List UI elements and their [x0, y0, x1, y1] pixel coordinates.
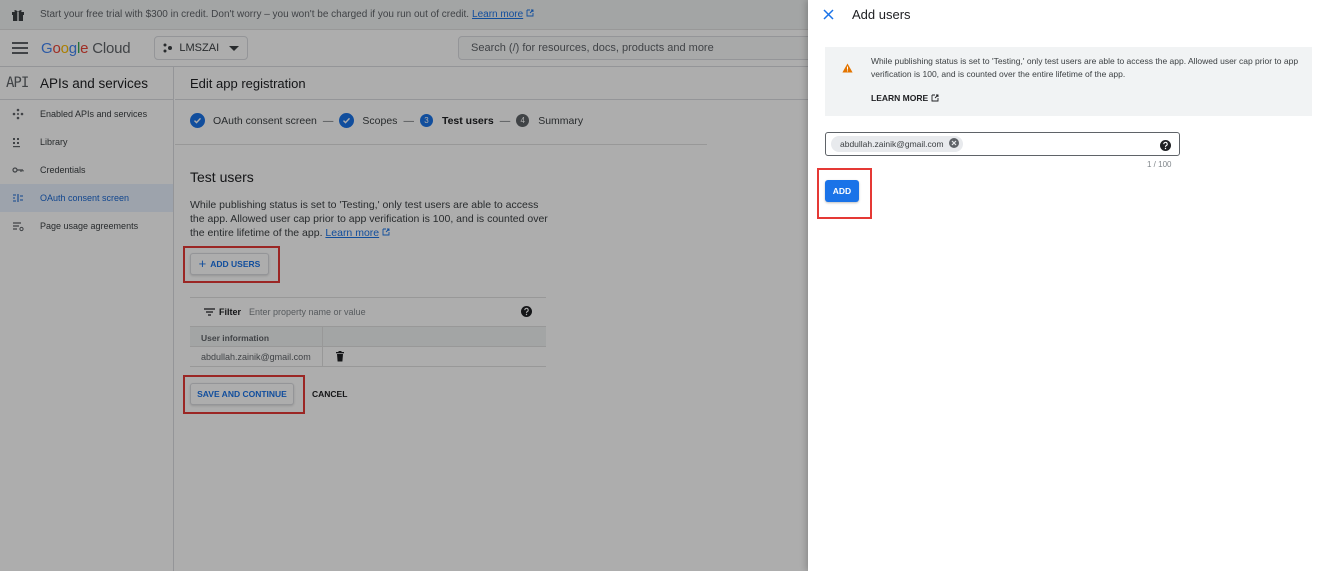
chip-remove-icon[interactable] [948, 138, 959, 150]
panel-header: Add users [808, 0, 1321, 28]
close-icon[interactable] [821, 7, 835, 21]
learn-more-label: LEARN MORE [871, 93, 929, 103]
help-icon[interactable] [1160, 138, 1171, 156]
panel-title: Add users [852, 6, 911, 22]
modal-scrim[interactable] [0, 0, 808, 571]
chip-email-text: abdullah.zainik@gmail.com [840, 139, 944, 149]
learn-more-link[interactable]: LEARN MORE [871, 93, 939, 103]
email-chip[interactable]: abdullah.zainik@gmail.com [831, 136, 963, 152]
external-link-icon [931, 94, 939, 102]
highlight-box [817, 168, 872, 219]
info-text: While publishing status is set to 'Testi… [871, 56, 1299, 79]
user-counter: 1 / 100 [1147, 160, 1172, 169]
warning-icon [842, 60, 853, 78]
info-callout: While publishing status is set to 'Testi… [825, 47, 1312, 116]
add-users-panel: Add users While publishing status is set… [808, 0, 1321, 571]
user-email-input[interactable]: abdullah.zainik@gmail.com [825, 132, 1180, 156]
